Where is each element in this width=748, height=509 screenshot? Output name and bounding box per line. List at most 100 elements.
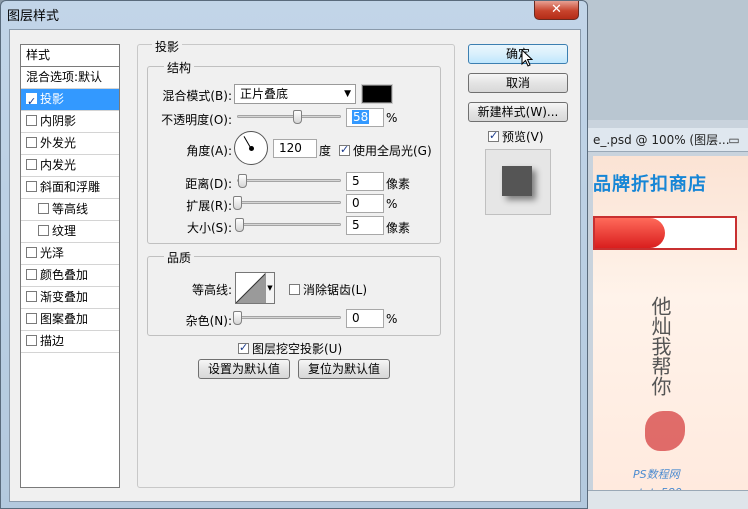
global-light-checkbox[interactable]: 使用全局光(G) — [339, 142, 432, 159]
checkbox-icon[interactable] — [26, 181, 37, 192]
checkbox-icon[interactable] — [38, 225, 49, 236]
angle-dial[interactable] — [234, 131, 268, 165]
size-input[interactable]: 5 — [346, 216, 384, 235]
distance-slider-track — [237, 179, 341, 182]
style-list-item[interactable]: 内发光 — [21, 155, 119, 177]
dialog-client: 样式 混合选项:默认投影内阴影外发光内发光斜面和浮雕等高线纹理光泽颜色叠加渐变叠… — [9, 29, 581, 502]
checkbox-icon[interactable] — [26, 137, 37, 148]
mouse-cursor-icon — [521, 49, 533, 67]
opacity-slider-thumb[interactable] — [293, 110, 302, 124]
layer-style-dialog: 图层样式 ✕ 样式 混合选项:默认投影内阴影外发光内发光斜面和浮雕等高线纹理光泽… — [0, 0, 588, 509]
checkbox-icon — [238, 341, 249, 354]
noise-slider-thumb[interactable] — [233, 311, 242, 325]
blend-mode-value: 正片叠底 — [240, 87, 289, 101]
spread-input[interactable]: 0 — [346, 194, 384, 213]
knockout-checkbox[interactable]: 图层挖空投影(U) — [238, 340, 342, 357]
spread-value: 0 — [352, 196, 360, 210]
style-list-item-label: 外发光 — [40, 136, 77, 150]
opacity-slider[interactable] — [237, 109, 341, 125]
contour-picker[interactable]: ▼ — [235, 272, 275, 304]
style-list-item[interactable]: 混合选项:默认 — [21, 67, 119, 89]
preview-square — [502, 166, 532, 196]
style-list-item[interactable]: 内阴影 — [21, 111, 119, 133]
opacity-unit: % — [386, 111, 398, 125]
style-list-item[interactable]: 外发光 — [21, 133, 119, 155]
style-list-item-label: 纹理 — [52, 224, 77, 238]
chevron-down-icon: ▼ — [344, 89, 351, 99]
checkbox-icon[interactable] — [26, 291, 37, 302]
chevron-down-icon[interactable]: ▼ — [265, 273, 274, 303]
checkbox-icon[interactable] — [26, 269, 37, 280]
style-list-item[interactable]: 颜色叠加 — [21, 265, 119, 287]
preview-checkbox[interactable]: 预览(V) — [488, 128, 544, 145]
preview-label: 预览(V) — [502, 130, 544, 144]
angle-input[interactable]: 120 — [273, 139, 317, 158]
style-list-item[interactable]: 等高线 — [21, 199, 119, 221]
noise-slider[interactable] — [233, 310, 341, 326]
close-button[interactable]: ✕ — [534, 1, 579, 20]
checkbox-icon[interactable] — [26, 91, 37, 112]
distance-unit: 像素 — [386, 177, 411, 191]
checkbox-icon[interactable] — [38, 203, 49, 214]
style-list-item-label: 混合选项:默认 — [26, 70, 103, 84]
document-canvas[interactable]: 品牌折扣商店 他灿我帮你 PS数程网 www.tata580.com — [593, 156, 748, 509]
distance-value: 5 — [352, 174, 360, 188]
antialias-checkbox[interactable]: 消除锯齿(L) — [289, 281, 367, 298]
new-style-button[interactable]: 新建样式(W)... — [468, 102, 568, 122]
opacity-slider-track — [237, 115, 341, 118]
style-list-header: 样式 — [21, 45, 119, 67]
ok-button[interactable]: 确定 — [468, 44, 568, 64]
style-list-item-label: 渐变叠加 — [40, 290, 89, 304]
style-list-item[interactable]: 渐变叠加 — [21, 287, 119, 309]
distance-input[interactable]: 5 — [346, 172, 384, 191]
distance-slider-thumb[interactable] — [238, 174, 247, 188]
style-list-item[interactable]: 投影 — [21, 89, 119, 112]
section-title: 投影 — [152, 38, 183, 55]
blend-mode-select[interactable]: 正片叠底 ▼ — [234, 84, 356, 104]
noise-unit: % — [386, 312, 398, 326]
size-slider-thumb[interactable] — [235, 218, 244, 232]
distance-slider[interactable] — [237, 173, 341, 189]
spread-slider-thumb[interactable] — [233, 196, 242, 210]
style-list-item-label: 斜面和浮雕 — [40, 180, 101, 194]
reset-default-button[interactable]: 复位为默认值 — [298, 359, 390, 379]
style-list-item[interactable]: 图案叠加 — [21, 309, 119, 331]
size-value: 5 — [352, 218, 360, 232]
calligraphy-text: 他灿我帮你 — [648, 296, 672, 396]
opacity-input[interactable]: 58 — [346, 108, 384, 127]
checkbox-icon[interactable] — [26, 313, 37, 324]
style-list-item[interactable]: 纹理 — [21, 221, 119, 243]
checkbox-icon[interactable] — [26, 247, 37, 258]
style-list-item[interactable]: 描边 — [21, 331, 119, 353]
style-list-item-label: 光泽 — [40, 246, 65, 260]
style-list-item[interactable]: 斜面和浮雕 — [21, 177, 119, 199]
spread-label: 扩展(R): — [186, 199, 232, 213]
store-banner-text: 品牌折扣商店 — [593, 174, 707, 195]
cancel-button[interactable]: 取消 — [468, 73, 568, 93]
checkbox-icon[interactable] — [26, 115, 37, 126]
minimize-icon[interactable]: – — [705, 132, 723, 148]
style-preview — [485, 149, 551, 215]
size-slider[interactable] — [235, 217, 341, 233]
style-list-item-label: 投影 — [40, 92, 65, 106]
size-label: 大小(S): — [186, 221, 232, 235]
checkbox-icon[interactable] — [26, 159, 37, 170]
style-list-item-label: 描边 — [40, 334, 65, 348]
spread-slider[interactable] — [233, 195, 341, 211]
banner-bar-fill — [595, 218, 665, 248]
checkbox-icon[interactable] — [26, 335, 37, 346]
angle-value: 120 — [279, 141, 302, 155]
style-list-item[interactable]: 光泽 — [21, 243, 119, 265]
noise-input[interactable]: 0 — [346, 309, 384, 328]
noise-slider-track — [237, 316, 341, 319]
angle-label: 角度(A): — [186, 144, 232, 158]
quality-title: 品质 — [164, 249, 195, 266]
maximize-icon[interactable]: ▭ — [725, 132, 743, 148]
watermark-text: PS数程网 — [633, 468, 680, 481]
checkbox-icon — [289, 284, 300, 295]
shadow-color-swatch[interactable] — [361, 84, 393, 104]
set-default-button[interactable]: 设置为默认值 — [198, 359, 290, 379]
checkbox-icon — [488, 129, 499, 142]
global-light-label: 使用全局光(G) — [353, 144, 432, 158]
knockout-label: 图层挖空投影(U) — [252, 342, 343, 356]
